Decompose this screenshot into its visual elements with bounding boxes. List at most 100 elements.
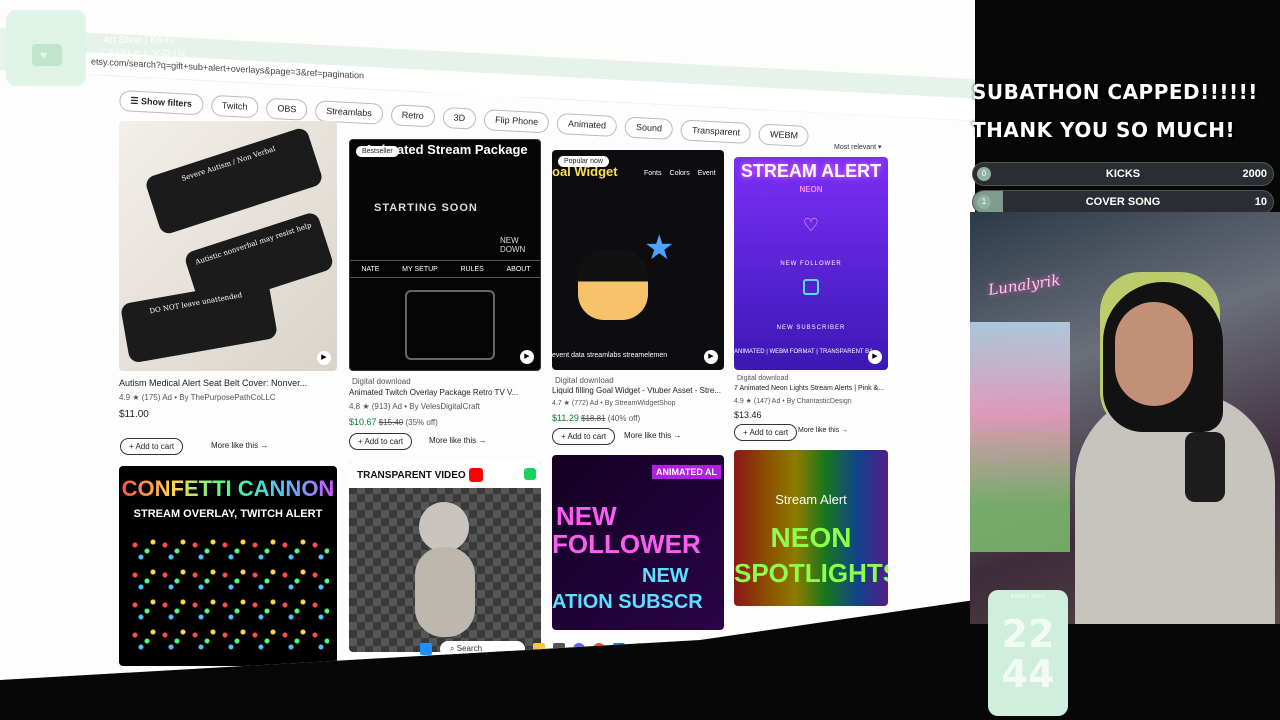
show-filters-button[interactable]: ☰ Show filters xyxy=(118,90,204,116)
add-to-cart-button-2[interactable]: + Add to cart xyxy=(349,433,413,450)
add-to-cart-label: Add to cart xyxy=(749,428,789,437)
add-to-cart-button-4[interactable]: + Add to cart xyxy=(734,424,798,441)
goal-target: 10 xyxy=(1254,196,1267,208)
add-to-cart-button-1[interactable]: + Add to cart xyxy=(120,438,184,455)
product-thumbnail-8[interactable]: Stream Alert NEON SPOTLIGHTS xyxy=(734,450,888,606)
thumb5-sub: STREAM OVERLAY, TWITCH ALERT xyxy=(133,508,323,520)
more-label: More like this xyxy=(211,441,259,450)
filter-chip[interactable]: WEBM xyxy=(758,123,810,148)
product-rating-3: 4.7 ★ (772) Ad • By StreamWidgetShop xyxy=(552,400,676,407)
thumb4-footer: ANIMATED | WEBM FORMAT | TRANSPARENT BA xyxy=(734,349,874,355)
folder-icon[interactable] xyxy=(533,643,545,655)
thumb4-f2: NEW SUBSCRIBER xyxy=(776,325,846,331)
thumb4-heading: STREAM ALERT xyxy=(740,161,882,181)
webcam-feed: Lunalyrik xyxy=(970,212,1280,624)
youtube-icon xyxy=(469,468,483,482)
add-to-cart-label: Add to cart xyxy=(135,442,175,451)
more-like-this-link-2[interactable]: More like this → xyxy=(429,436,486,445)
thumb7-heading: ANIMATED AL xyxy=(652,465,721,479)
sort-dropdown[interactable]: Most relevant ▾ xyxy=(834,143,882,151)
taskbar-search-label: Search xyxy=(456,644,483,653)
play-icon[interactable]: ▶ xyxy=(704,350,718,364)
add-to-cart-label: Add to cart xyxy=(567,432,607,441)
strap-3: DO NOT leave unattended xyxy=(119,278,279,364)
product-title-3[interactable]: Liquid filling Goal Widget - Vtuber Asse… xyxy=(552,386,721,395)
product-thumbnail-4[interactable]: STREAM ALERT NEON ♡ NEW FOLLOWER NEW SUB… xyxy=(734,157,888,370)
filter-chip[interactable]: Flip Phone xyxy=(483,109,550,134)
price: $10.67 xyxy=(349,417,377,427)
thumb3-footer: event data streamlabs streamelemen xyxy=(552,352,668,359)
browser-capture: Stream - KiAnimated TarotCelebration ove… xyxy=(0,0,975,680)
product-price-3: $11.29 $18.81 (40% off) xyxy=(552,413,640,423)
filter-chip[interactable]: OBS xyxy=(265,97,308,121)
event-info-label: EVENT INFO xyxy=(1010,594,1046,600)
product-thumbnail-2[interactable]: Animated Stream Package STARTING SOON NE… xyxy=(349,139,541,371)
product-title-2[interactable]: Animated Twitch Overlay Package Retro TV… xyxy=(349,388,518,397)
brand-watermark: LUNALYRIK xyxy=(100,46,189,62)
more-like-this-link-1[interactable]: More like this → xyxy=(211,441,268,450)
goal-label: COVER SONG xyxy=(1085,196,1161,208)
play-icon[interactable]: ▶ xyxy=(868,350,882,364)
play-icon[interactable]: ▶ xyxy=(317,351,331,365)
more-like-this-link-3[interactable]: More like this → xyxy=(624,431,681,440)
twitch-icon xyxy=(803,279,819,295)
thumb-option: Event xyxy=(697,170,716,177)
product-title-4[interactable]: 7 Animated Neon Lights Stream Alerts | P… xyxy=(734,385,884,392)
product-thumbnail-1[interactable]: Severe Autism / Non Verbal Autistic nonv… xyxy=(119,121,337,371)
orig-price: $18.81 xyxy=(581,414,606,423)
add-to-cart-button-3[interactable]: + Add to cart xyxy=(552,428,616,445)
thumb4-f1: NEW FOLLOWER xyxy=(780,261,842,267)
obs-icon[interactable] xyxy=(653,643,665,655)
explorer-icon[interactable] xyxy=(613,643,625,655)
product-thumbnail-5[interactable]: CONFETTI CANNON STREAM OVERLAY, TWITCH A… xyxy=(119,466,337,666)
thumb7-l1: NEW xyxy=(556,501,617,531)
product-thumbnail-6[interactable]: TRANSPARENT VIDEO xyxy=(349,462,541,652)
thumb-option: Fonts xyxy=(644,170,662,177)
filter-chip[interactable]: Animated xyxy=(556,112,618,138)
active-tab-title[interactable]: Art Shop | Ko-Fi xyxy=(103,35,174,46)
thank-you-headline: THANK YOU SO MUCH! xyxy=(972,118,1236,142)
neon-sign: Lunalyrik xyxy=(987,271,1062,299)
more-label: More like this xyxy=(798,427,840,434)
more-like-this-link-4[interactable]: More like this → xyxy=(798,427,848,434)
filter-chip[interactable]: Retro xyxy=(390,104,436,128)
product-rating-2: 4.8 ★ (913) Ad • By VelesDigitalCraft xyxy=(349,402,480,411)
filter-chip[interactable]: Sound xyxy=(624,116,674,140)
thumb-menu-item: ABOUT xyxy=(506,265,531,273)
taskbar-search[interactable]: ⌕ Search xyxy=(440,641,525,657)
play-icon[interactable]: ▶ xyxy=(520,350,534,364)
digital-download-label-2: Digital download xyxy=(352,377,411,386)
thumb7-l2: FOLLOWER xyxy=(552,529,701,559)
spotify-icon[interactable] xyxy=(633,643,645,655)
windows-start-icon[interactable] xyxy=(420,643,432,655)
kofi-logo: ♥ xyxy=(6,10,86,86)
thumb6-heading: TRANSPARENT VIDEO xyxy=(357,470,466,481)
product-thumbnail-3[interactable]: oal Widget Fonts Colors Event ★ event data… xyxy=(552,150,724,370)
discord-icon[interactable] xyxy=(573,643,585,655)
thumb-menu-item: MY SETUP xyxy=(402,265,438,273)
stream-frame: Stream - KiAnimated TarotCelebration ove… xyxy=(0,0,1280,720)
filter-chip[interactable]: Twitch xyxy=(210,94,259,119)
chrome-icon[interactable] xyxy=(593,643,605,655)
task-view-icon[interactable] xyxy=(553,643,565,655)
discount: (40% off) xyxy=(607,414,641,423)
filter-chip[interactable]: 3D xyxy=(442,106,477,130)
digital-download-label-4: Digital download xyxy=(737,375,789,382)
windows-taskbar: ⌕ Search xyxy=(420,636,760,662)
filter-chip[interactable]: Transparent xyxy=(680,119,752,145)
confetti-pattern xyxy=(129,536,329,656)
thumb5-heading: CONFETTI CANNON xyxy=(119,476,337,502)
event-info-panel: EVENT INFO 22 44 xyxy=(988,590,1068,716)
more-label: More like this xyxy=(429,436,477,445)
product-thumbnail-7[interactable]: ANIMATED AL NEW FOLLOWER NEW ATION SUBSC… xyxy=(552,455,724,630)
event-top-number: 22 xyxy=(1001,612,1055,656)
star-icon: ★ xyxy=(644,229,675,267)
goal-bar-cover-song: 1 COVER SONG 10 xyxy=(972,190,1274,214)
product-title-1[interactable]: Autism Medical Alert Seat Belt Cover: No… xyxy=(119,378,307,388)
bestseller-badge: Bestseller xyxy=(356,146,399,157)
thumb7-l4: ATION SUBSCR xyxy=(552,591,703,613)
price: $11.29 xyxy=(552,413,579,423)
thumb3-options: Fonts Colors Event xyxy=(644,170,716,177)
sort-label: Most relevant xyxy=(834,144,877,151)
thumb8-l2: SPOTLIGHTS xyxy=(734,558,888,588)
